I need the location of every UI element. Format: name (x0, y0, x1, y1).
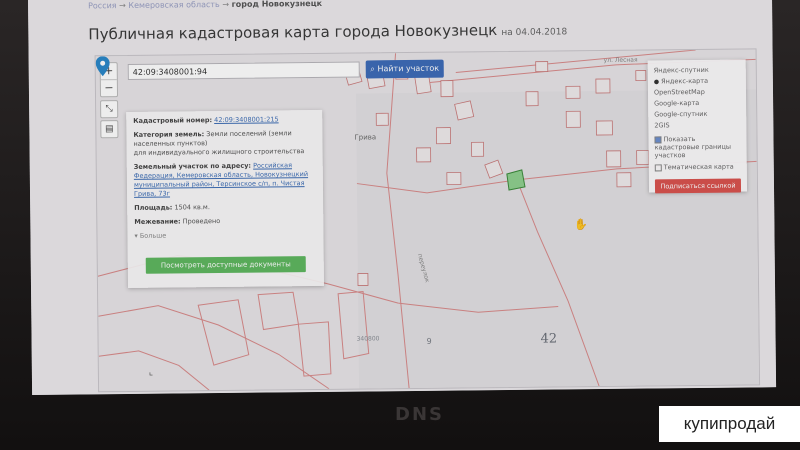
search-input[interactable]: 42:09:3408001:94 (127, 61, 360, 80)
survey-value: Проведено (182, 216, 221, 226)
checkbox-icon (654, 163, 662, 171)
boundaries-label: Показать кадастровые границы участков (654, 135, 732, 160)
find-plot-label: Найти участок (377, 63, 440, 74)
plot-label: 340800 (356, 335, 380, 343)
breadcrumb-region[interactable]: Кемеровская область (128, 0, 219, 10)
breadcrumb-arrow: → (219, 0, 232, 9)
survey-label: Межевание: (134, 217, 181, 226)
breadcrumb-arrow: → (116, 0, 129, 11)
web-page: Россия → Кемеровская область → город Нов… (28, 0, 777, 395)
block-label-9: 9 (426, 336, 432, 346)
street-label: ул. Лесная (603, 56, 638, 64)
plot-info-panel: Кадастровый номер: 42:09:3408001:215 Кат… (126, 109, 325, 288)
place-label: Грива (354, 133, 377, 142)
block-label-42: 42 (540, 331, 558, 347)
page-date: на 04.04.2018 (501, 27, 568, 39)
breadcrumb: Россия → Кемеровская область → город Нов… (88, 0, 322, 10)
thematic-label: Тематическая карта (663, 162, 734, 172)
more-toggle[interactable]: ▾ Больше (134, 230, 316, 240)
laptop-brand-logo: DNS (395, 404, 444, 425)
area-value: 1504 кв.м. (174, 203, 210, 212)
layer-option[interactable]: Яндекс-спутник (654, 65, 740, 77)
find-plot-button[interactable]: ⌕ Найти участок (365, 59, 444, 79)
laptop-screen: Россия → Кемеровская область → город Нов… (28, 0, 777, 395)
use-value: для индивидуального жилищного строительс… (133, 147, 305, 157)
subscribe-link-button[interactable]: Подписаться ссылкой (654, 178, 742, 194)
cadastral-label: Кадастровый номер: (133, 116, 213, 125)
cadastral-map[interactable]: + − ⤡ ▤ 42:09:3408001:94 ⌕ Найти участок… (94, 48, 761, 393)
caret-down-icon: ▾ (134, 231, 138, 240)
checkbox-icon (654, 135, 662, 143)
thematic-checkbox[interactable]: Тематическая карта (654, 162, 741, 172)
boundaries-checkbox[interactable]: Показать кадастровые границы участков (654, 135, 740, 160)
view-documents-button[interactable]: Посмотреть доступные документы (145, 256, 306, 274)
layers-panel: Яндекс-спутник Яндекс-карта OpenStreetMa… (647, 59, 748, 194)
cadastral-number-link[interactable]: 42:09:3408001:215 (214, 115, 279, 124)
layer-option[interactable]: Google-спутник (654, 109, 740, 121)
layer-option[interactable]: 2GIS (654, 120, 740, 132)
layer-option[interactable]: OpenStreetMap (654, 87, 740, 99)
layer-option[interactable]: Google-карта (654, 98, 740, 110)
map-pin-icon[interactable] (95, 56, 110, 77)
page-title-text: Публичная кадастровая карта города Новок… (88, 21, 498, 44)
watermark: купипродай (659, 406, 800, 442)
breadcrumb-current: город Новокузнецк (231, 0, 323, 9)
layer-option-selected[interactable]: Яндекс-карта (654, 76, 740, 88)
zoom-out-button[interactable]: − (100, 79, 118, 97)
category-label: Категория земель: (133, 130, 205, 139)
area-label: Площадь: (134, 203, 173, 212)
print-icon[interactable]: ▤ (100, 120, 119, 139)
page-title: Публичная кадастровая карта города Новок… (88, 20, 567, 43)
breadcrumb-russia[interactable]: Россия (88, 1, 117, 10)
ruler-icon[interactable]: ⤡ (100, 100, 119, 119)
more-label: Больше (139, 231, 167, 240)
search-icon: ⌕ (370, 64, 375, 74)
fullscreen-icon[interactable]: ⌞ (149, 368, 153, 378)
hand-cursor-icon: ✋ (574, 218, 589, 232)
address-label: Земельный участок по адресу: (133, 161, 252, 171)
